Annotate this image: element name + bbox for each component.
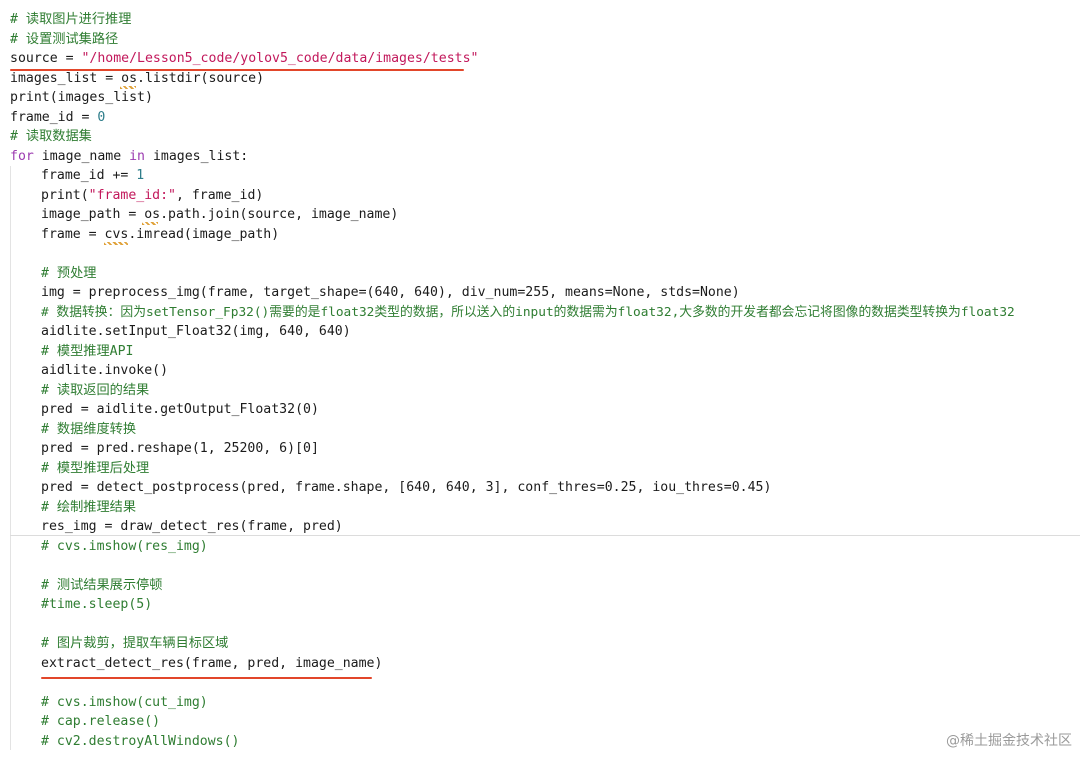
code-line-for: for image_name in images_list: — [10, 148, 249, 164]
source-path-string: "/home/Lesson5_code/yolov5_code/data/ima… — [81, 51, 479, 66]
code-line: aidlite.setInput_Float32(img, 640, 640) — [41, 324, 351, 339]
code-line-comment: # cv2.destroyAllWindows() — [41, 733, 240, 749]
code-line: aidlite.invoke() — [41, 363, 169, 378]
highlight-underline — [41, 677, 372, 679]
spellcheck-squiggle — [104, 242, 128, 245]
code-line-comment: # 设置测试集路径 — [10, 31, 119, 47]
code-line: frame_id = 0 — [10, 109, 106, 125]
code-line: pred = aidlite.getOutput_Float32(0) — [41, 402, 319, 417]
code-line-comment: # 数据转换：因为setTensor_Fp32()需要的是float32类型的数… — [41, 304, 1015, 320]
code-line: images_list = os.listdir(source) — [10, 70, 265, 86]
code-line-comment: # cvs.imshow(cut_img) — [41, 694, 208, 710]
code-line-comment: # 测试结果展示停顿 — [41, 577, 163, 593]
code-line-source: source = "/home/Lesson5_code/yolov5_code… — [10, 51, 479, 66]
code-line-comment: # 模型推理后处理 — [41, 460, 150, 476]
code-line-comment: # 数据维度转换 — [41, 421, 137, 437]
code-line-comment: # 模型推理API — [41, 343, 134, 359]
code-line: print("frame_id:", frame_id) — [41, 187, 264, 203]
code-line: res_img = draw_detect_res(frame, pred) — [41, 519, 343, 534]
code-line: frame_id += 1 — [41, 168, 145, 183]
code-line: print(images_list) — [10, 90, 153, 105]
code-line-comment: # 读取数据集 — [10, 129, 92, 144]
code-line-comment: # 读取返回的结果 — [41, 382, 150, 398]
code-line: img = preprocess_img(frame, target_shape… — [41, 285, 740, 300]
code-line-comment: # 图片裁剪，提取车辆目标区域 — [41, 636, 229, 651]
indent-guide — [10, 166, 11, 750]
watermark: @稀土掘金技术社区 — [946, 733, 1072, 749]
code-line: pred = detect_postprocess(pred, frame.sh… — [41, 480, 772, 495]
code-line-comment: # cvs.imshow(res_img) — [41, 538, 208, 554]
code-editor[interactable]: # 读取图片进行推理 # 设置测试集路径 source = "/home/Les… — [0, 0, 1080, 759]
code-line-comment: # 预处理 — [41, 265, 97, 281]
code-line-extract: extract_detect_res(frame, pred, image_na… — [41, 655, 383, 671]
code-line: frame = cvs.imread(image_path) — [41, 226, 280, 242]
code-line: pred = pred.reshape(1, 25200, 6)[0] — [41, 441, 319, 456]
code-line-comment: # cap.release() — [41, 714, 161, 729]
code-line-comment: #time.sleep(5) — [41, 597, 153, 612]
code-line: image_path = os.path.join(source, image_… — [41, 207, 399, 222]
code-line-comment: # 读取图片进行推理 — [10, 12, 132, 27]
code-line-comment: # 绘制推理结果 — [41, 499, 137, 515]
